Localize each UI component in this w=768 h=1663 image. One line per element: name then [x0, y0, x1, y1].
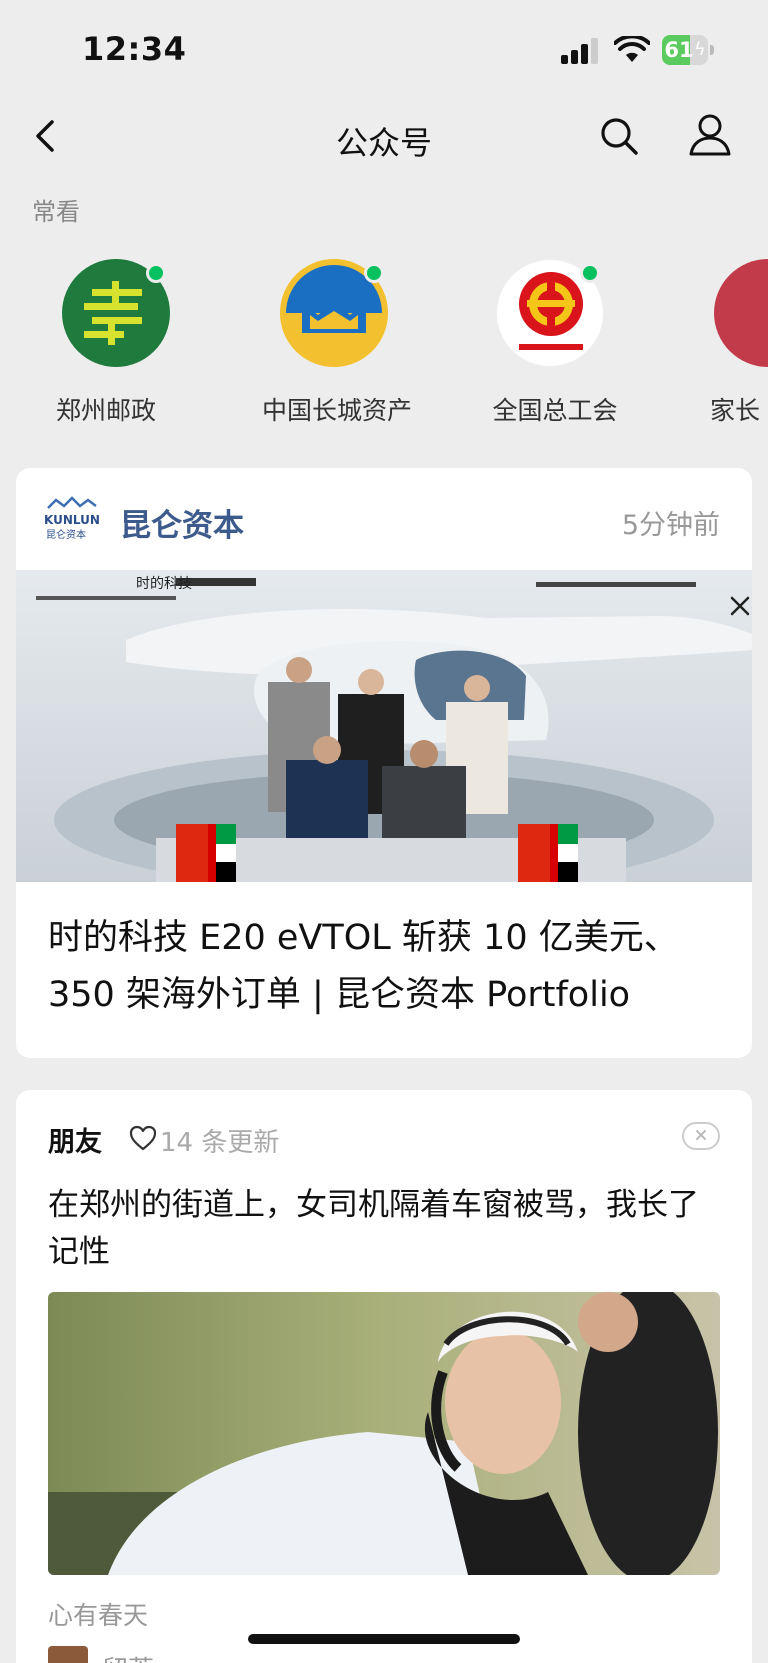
account-name[interactable]: 昆仑资本: [120, 500, 244, 545]
frequent-account-name: 家长: [710, 396, 761, 425]
frequent-account-name: 中国长城资产: [261, 396, 412, 425]
article-card[interactable]: KUNLUN 昆仑资本 昆仑资本 5分钟前 时的科技 时的科技 E20 eVTO…: [16, 468, 752, 1058]
post-time: 5分钟前: [621, 510, 720, 541]
unread-dot: [364, 263, 384, 283]
nav-bar: 公众号: [0, 100, 768, 176]
friends-article-image[interactable]: [48, 1292, 720, 1575]
frequent-accounts-row: 郑州邮政 中国长城资产 全国总工会 家长: [0, 255, 768, 435]
charging-bolt-icon: ϟ: [694, 39, 706, 60]
profile-button[interactable]: [688, 112, 732, 158]
close-icon[interactable]: [724, 592, 752, 620]
friend-name: 留萱: [102, 1650, 154, 1663]
image-caption-text: 时的科技: [136, 576, 192, 592]
frequent-account-parents[interactable]: 家长: [668, 255, 768, 425]
parents-avatar: [714, 259, 768, 367]
close-icon: [696, 1130, 706, 1140]
dismiss-button[interactable]: [682, 1122, 720, 1150]
cellular-signal-icon: [561, 38, 601, 64]
heart-icon: [129, 1125, 157, 1151]
frequent-account-name: 郑州邮政: [55, 396, 156, 425]
battery-icon: 61 ϟ: [662, 35, 714, 65]
battery-percent: 61: [664, 38, 694, 62]
frequent-account-great-wall-asset[interactable]: 中国长城资产: [232, 255, 432, 425]
article-cover-image[interactable]: 时的科技: [16, 570, 752, 882]
logo-subtext: 昆仑资本: [46, 528, 86, 541]
friends-label: 朋友: [48, 1127, 102, 1158]
search-button[interactable]: [598, 114, 640, 158]
friends-recommend-card[interactable]: 朋友 14 条更新 在郑州的街道上，女司机隔着车窗被骂，我长了记性 心有春天: [16, 1090, 752, 1663]
status-time: 12:34: [82, 30, 187, 68]
page-title: 公众号: [335, 124, 432, 162]
article-source: 心有春天: [48, 1601, 149, 1630]
home-indicator: [248, 1634, 520, 1644]
kunlun-logo: KUNLUN 昆仑资本: [42, 494, 114, 542]
frequent-account-zhengzhou-post[interactable]: 郑州邮政: [16, 255, 216, 425]
frequent-account-name: 全国总工会: [492, 396, 618, 425]
wifi-icon: [614, 36, 650, 62]
update-count: 14 条更新: [160, 1128, 280, 1158]
logo-text: KUNLUN: [44, 513, 100, 527]
status-bar: 12:34 61 ϟ: [0, 0, 768, 100]
unread-dot: [580, 263, 600, 283]
article-headline[interactable]: 时的科技 E20 eVTOL 斩获 10 亿美元、350 架海外订单 | 昆仑资…: [48, 910, 720, 1024]
unread-dot: [146, 263, 166, 283]
friends-article-title[interactable]: 在郑州的街道上，女司机隔着车窗被骂，我长了记性: [48, 1182, 728, 1276]
frequent-section-label: 常看: [32, 198, 80, 226]
friend-avatar: [48, 1646, 88, 1663]
frequent-account-acftu[interactable]: 全国总工会: [450, 255, 650, 425]
